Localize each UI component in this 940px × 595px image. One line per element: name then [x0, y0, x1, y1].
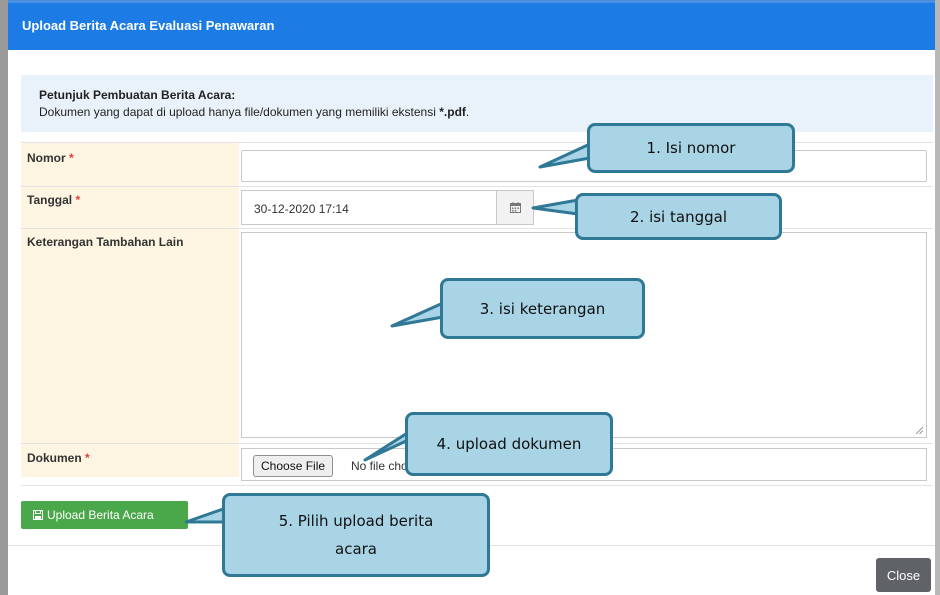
- callout-pointer-1: [538, 142, 592, 169]
- callout-4-text: 4. upload dokumen: [436, 435, 582, 453]
- callout-pointer-3: [390, 301, 445, 328]
- callout-5-text: 5. Pilih upload berita acara: [278, 512, 434, 558]
- callout-2: 2. isi tanggal: [575, 193, 782, 240]
- callout-2-text: 2. isi tanggal: [630, 207, 727, 226]
- callout-1: 1. Isi nomor: [587, 123, 795, 173]
- callout-1-text: 1. Isi nomor: [646, 139, 736, 157]
- callout-3: 3. isi keterangan: [440, 278, 645, 339]
- callout-3-text: 3. isi keterangan: [479, 299, 606, 318]
- callout-4: 4. upload dokumen: [405, 412, 613, 476]
- callout-pointer-5: [184, 506, 228, 524]
- callout-5: 5. Pilih upload berita acara: [222, 493, 490, 577]
- callout-pointer-2: [531, 198, 580, 216]
